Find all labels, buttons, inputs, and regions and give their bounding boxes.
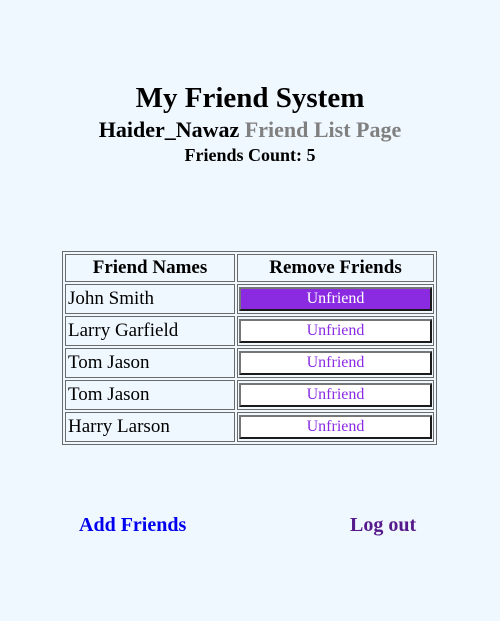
- page-name: Friend List Page: [244, 117, 402, 142]
- action-cell: Unfriend: [237, 380, 434, 410]
- friends-table: Friend Names Remove Friends John Smith U…: [62, 251, 437, 445]
- friend-name: Larry Garfield: [65, 316, 235, 346]
- friend-name: Tom Jason: [65, 380, 235, 410]
- log-out-link[interactable]: Log out: [350, 514, 416, 537]
- table-row: Tom Jason Unfriend: [65, 348, 434, 378]
- table-row: Larry Garfield Unfriend: [65, 316, 434, 346]
- action-cell: Unfriend: [237, 316, 434, 346]
- action-cell: Unfriend: [237, 412, 434, 442]
- friends-count: Friends Count: 5: [184, 145, 316, 165]
- column-header-friend-names: Friend Names: [65, 254, 235, 282]
- table-row: Tom Jason Unfriend: [65, 380, 434, 410]
- table-row: John Smith Unfriend: [65, 284, 434, 314]
- add-friends-link[interactable]: Add Friends: [79, 514, 186, 537]
- action-cell: Unfriend: [237, 348, 434, 378]
- unfriend-button[interactable]: Unfriend: [239, 383, 432, 407]
- friend-name: Tom Jason: [65, 348, 235, 378]
- friend-name: John Smith: [65, 284, 235, 314]
- unfriend-button[interactable]: Unfriend: [239, 319, 432, 343]
- table-row: Harry Larson Unfriend: [65, 412, 434, 442]
- friend-name: Harry Larson: [65, 412, 235, 442]
- page-subtitle: Haider_Nawaz Friend List Page: [0, 116, 500, 144]
- unfriend-button[interactable]: Unfriend: [239, 351, 432, 375]
- page-header: My Friend System Haider_Nawaz Friend Lis…: [0, 80, 500, 166]
- username: Haider_Nawaz: [98, 117, 240, 142]
- action-cell: Unfriend: [237, 284, 434, 314]
- page-title: My Friend System: [135, 82, 365, 114]
- unfriend-button[interactable]: Unfriend: [239, 287, 432, 311]
- unfriend-button[interactable]: Unfriend: [239, 415, 432, 439]
- column-header-remove-friends: Remove Friends: [237, 254, 434, 282]
- table-header-row: Friend Names Remove Friends: [65, 254, 434, 282]
